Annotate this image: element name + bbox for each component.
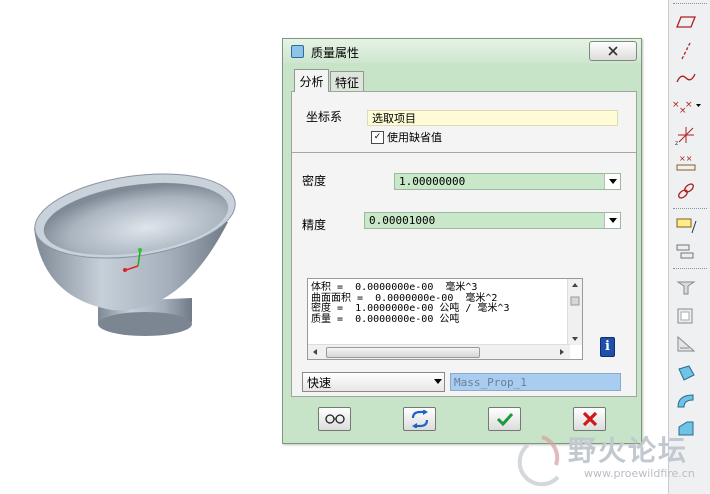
horizontal-scrollbar[interactable] <box>308 344 570 359</box>
preview-button[interactable] <box>318 407 351 431</box>
checkmark-icon <box>496 412 513 426</box>
mass-properties-dialog: 质量属性 分析 特征 坐标系 选取项目 ✓ 使用缺省值 密度 1.0000000… <box>282 38 642 444</box>
density-combo[interactable]: 1.00000000 <box>394 173 621 190</box>
draft-icon[interactable] <box>671 362 701 384</box>
watermark: 野火论坛 www.proewildfire.cn <box>498 425 710 494</box>
watermark-title: 野火论坛 <box>568 434 689 467</box>
datum-point-icon[interactable]: × × × <box>671 96 701 118</box>
layer-tree-icon[interactable] <box>671 241 701 263</box>
feature-name-field[interactable]: Mass_Prop_1 <box>450 373 621 391</box>
bowl-model[interactable] <box>20 170 240 350</box>
chevron-down-icon[interactable] <box>604 174 620 189</box>
close-button[interactable] <box>589 41 637 61</box>
svg-text:z: z <box>675 140 678 145</box>
chevron-down-icon[interactable] <box>604 213 620 228</box>
density-value: 1.00000000 <box>399 175 466 188</box>
svg-text:××: ×× <box>679 154 692 163</box>
vertical-scrollbar[interactable] <box>567 279 582 345</box>
csys-select-field[interactable]: 选取项目 <box>367 110 618 126</box>
repeat-button[interactable] <box>403 407 436 431</box>
precision-label: 精度 <box>302 218 327 232</box>
svg-text:×: × <box>685 100 693 110</box>
result-mass: 质量 = 0.0000000e-00 公吨 <box>311 313 460 325</box>
glasses-icon <box>324 414 345 424</box>
refresh-arrows-icon <box>411 410 428 428</box>
chevron-down-icon <box>434 379 442 384</box>
right-toolbar: × × × z ×× <box>668 0 710 494</box>
result-volume: 体积 = 0.0000000e-00 毫米^3 <box>311 282 478 293</box>
results-textarea[interactable]: 体积 = 0.0000000e-00 毫米^3 曲面面积 = 0.0000000e… <box>307 278 583 360</box>
rib-icon[interactable] <box>671 333 701 355</box>
window-icon <box>291 45 304 58</box>
axis-icon[interactable] <box>671 40 701 62</box>
tab-feature[interactable]: 特征 <box>330 71 364 92</box>
dialog-titlebar[interactable]: 质量属性 <box>283 39 641 63</box>
close-icon <box>608 46 618 56</box>
results-list: 体积 = 0.0000000e-00 毫米^3 曲面面积 = 0.0000000e… <box>311 282 510 325</box>
use-default-checkbox[interactable]: ✓ <box>371 131 384 144</box>
shell-icon[interactable] <box>671 305 701 327</box>
chain-link-icon[interactable] <box>671 180 701 202</box>
divider <box>292 152 636 153</box>
round-icon[interactable] <box>671 390 701 412</box>
precision-value: 0.00001000 <box>369 214 436 227</box>
hole-icon[interactable] <box>671 276 701 298</box>
info-icon[interactable]: i <box>600 337 615 357</box>
note-icon[interactable] <box>671 214 701 236</box>
tab-analysis[interactable]: 分析 <box>294 69 329 92</box>
mode-value: 快速 <box>307 375 332 390</box>
scroll-thumb[interactable] <box>326 347 480 358</box>
watermark-url: www.proewildfire.cn <box>584 467 695 480</box>
dialog-title: 质量属性 <box>311 46 360 60</box>
use-default-label: 使用缺省值 <box>387 131 442 144</box>
precision-combo[interactable]: 0.00001000 <box>364 212 621 229</box>
analysis-panel: 坐标系 选取项目 ✓ 使用缺省值 密度 1.00000000 精度 0.0000… <box>291 91 637 397</box>
sketch-curve-icon[interactable] <box>671 67 701 89</box>
density-label: 密度 <box>302 174 327 188</box>
analysis-feature-icon[interactable]: ×× <box>671 152 701 174</box>
csys-label: 坐标系 <box>306 110 343 124</box>
csys-icon[interactable]: z <box>671 124 701 146</box>
plane-icon[interactable] <box>671 11 701 33</box>
result-density: 密度 = 1.0000000e-00 公吨 / 毫米^3 <box>311 303 510 314</box>
mode-dropdown[interactable]: 快速 <box>302 372 445 392</box>
